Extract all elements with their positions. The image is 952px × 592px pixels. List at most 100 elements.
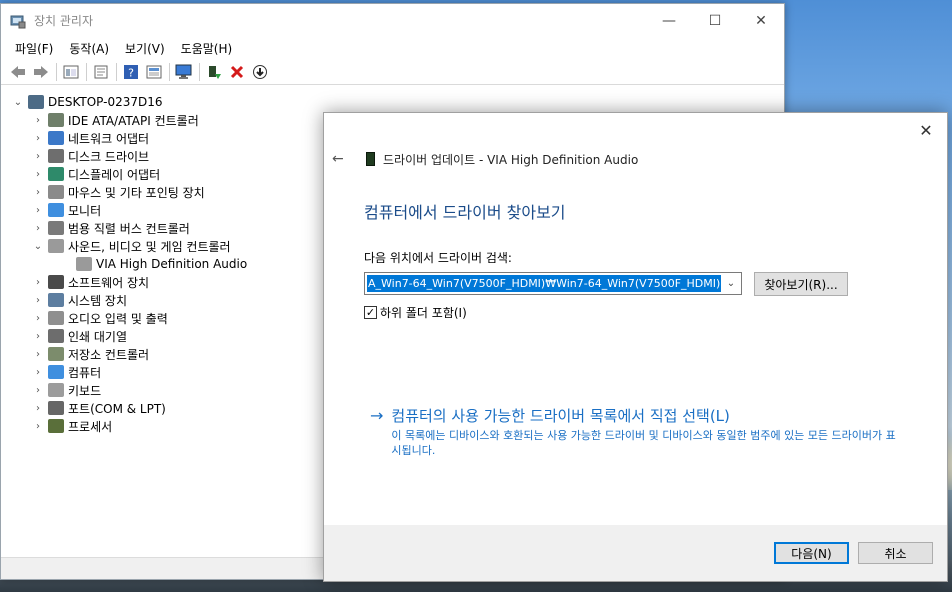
tree-category-item[interactable]: › 마우스 및 기타 포인팅 장치	[31, 183, 205, 201]
toolbar-divider	[56, 62, 57, 81]
tree-item-label: 오디오 입력 및 출력	[68, 311, 168, 326]
tree-item-label: VIA High Definition Audio	[96, 257, 248, 271]
expand-chevron-icon[interactable]: ›	[31, 367, 45, 378]
update-driver-icon[interactable]	[203, 61, 225, 83]
menu-file[interactable]: 파일(F)	[7, 40, 61, 57]
disable-icon[interactable]	[249, 61, 271, 83]
toolbar-divider	[86, 62, 87, 81]
pick-from-list-link[interactable]: → 컴퓨터의 사용 가능한 드라이버 목록에서 직접 선택(L) 이 목록에는 …	[370, 406, 901, 458]
tree-item-label: IDE ATA/ATAPI 컨트롤러	[68, 113, 199, 128]
title-bar[interactable]: 장치 관리자 — ☐ ✕	[1, 4, 784, 37]
tree-category-item[interactable]: › 프로세서	[31, 417, 112, 435]
tree-category-item[interactable]: › 키보드	[31, 381, 101, 399]
include-subfolders-checkbox[interactable]: ✓ 하위 폴더 포함(I)	[364, 304, 467, 321]
properties-icon[interactable]	[90, 61, 112, 83]
tree-item-label: 포트(COM & LPT)	[68, 401, 166, 416]
view-icon[interactable]	[143, 61, 165, 83]
dialog-main-title: 컴퓨터에서 드라이버 찾아보기	[364, 203, 566, 222]
expand-chevron-icon[interactable]: ›	[31, 277, 45, 288]
keyboard-icon	[48, 383, 64, 397]
expand-chevron-icon[interactable]: ›	[31, 403, 45, 414]
minimize-button[interactable]: —	[646, 4, 692, 37]
close-button[interactable]: ✕	[738, 4, 784, 37]
menu-help[interactable]: 도움말(H)	[173, 40, 241, 57]
storage-icon	[48, 347, 64, 361]
cancel-button[interactable]: 취소	[858, 542, 933, 564]
tree-category-item[interactable]: › 모니터	[31, 201, 101, 219]
usb-icon	[48, 221, 64, 235]
tree-category-item[interactable]: › 디스플레이 어댑터	[31, 165, 160, 183]
expand-chevron-icon[interactable]: ›	[31, 205, 45, 216]
expand-chevron-icon[interactable]: ›	[31, 169, 45, 180]
disk-icon	[48, 149, 64, 163]
expand-chevron-icon[interactable]: ›	[31, 421, 45, 432]
tree-category-item[interactable]: › 네트워크 어댑터	[31, 129, 149, 147]
window-title: 장치 관리자	[34, 14, 94, 28]
expand-chevron-icon[interactable]: ›	[31, 187, 45, 198]
chevron-down-icon[interactable]: ⌄	[721, 278, 741, 289]
monitor-scan-icon[interactable]	[173, 61, 195, 83]
driver-path-input[interactable]: A_Win7-64_Win7(V7500F_HDMI)₩Win7-64_Win7…	[367, 275, 721, 292]
dialog-close-button[interactable]: ✕	[911, 119, 941, 141]
tree-category-item[interactable]: › 저장소 컨트롤러	[31, 345, 149, 363]
back-arrow-icon[interactable]: ←	[332, 151, 354, 167]
collapse-chevron-icon[interactable]: ⌄	[31, 241, 45, 252]
browse-button[interactable]: 찾아보기(R)...	[754, 272, 848, 296]
maximize-button[interactable]: ☐	[692, 4, 738, 37]
expand-chevron-icon[interactable]: ›	[31, 385, 45, 396]
expand-chevron-icon[interactable]: ›	[31, 313, 45, 324]
back-icon[interactable]	[7, 61, 29, 83]
menu-view[interactable]: 보기(V)	[117, 40, 173, 57]
close-icon: ✕	[755, 12, 767, 29]
software-icon	[48, 275, 64, 289]
expand-chevron-icon[interactable]: ›	[31, 115, 45, 126]
tree-item-label: 시스템 장치	[68, 293, 128, 308]
checkbox-checked-icon[interactable]: ✓	[364, 306, 377, 319]
monitor-icon	[48, 203, 64, 217]
show-hide-icon[interactable]	[60, 61, 82, 83]
expand-chevron-icon[interactable]: ›	[31, 151, 45, 162]
pick-from-list-title[interactable]: 컴퓨터의 사용 가능한 드라이버 목록에서 직접 선택(L)	[391, 406, 901, 426]
svg-text:?: ?	[128, 66, 134, 79]
tree-category-item[interactable]: ⌄ 사운드, 비디오 및 게임 컨트롤러	[31, 237, 231, 255]
menu-action[interactable]: 동작(A)	[61, 40, 117, 57]
include-subfolders-label: 하위 폴더 포함(I)	[380, 306, 467, 320]
tree-category-item[interactable]: › 인쇄 대기열	[31, 327, 127, 345]
help-icon[interactable]: ?	[120, 61, 142, 83]
tree-category-item[interactable]: › IDE ATA/ATAPI 컨트롤러	[31, 111, 199, 129]
port-icon	[48, 401, 64, 415]
arrow-right-icon: →	[370, 406, 384, 425]
tree-category-item[interactable]: › 포트(COM & LPT)	[31, 399, 166, 417]
tree-category-item[interactable]: › 범용 직렬 버스 컨트롤러	[31, 219, 190, 237]
forward-icon[interactable]	[30, 61, 52, 83]
collapse-chevron-icon[interactable]: ⌄	[11, 97, 25, 108]
network-icon	[48, 131, 64, 145]
tree-category-item[interactable]: › 컴퓨터	[31, 363, 101, 381]
maximize-icon: ☐	[708, 12, 722, 29]
tree-item-label: 컴퓨터	[68, 365, 102, 380]
expand-chevron-icon[interactable]: ›	[31, 295, 45, 306]
driver-path-combobox[interactable]: A_Win7-64_Win7(V7500F_HDMI)₩Win7-64_Win7…	[364, 272, 742, 295]
tree-root[interactable]: ⌄ DESKTOP-0237D16	[11, 93, 163, 111]
next-button[interactable]: 다음(N)	[774, 542, 849, 564]
tree-child-item[interactable]: VIA High Definition Audio	[59, 255, 247, 273]
uninstall-icon[interactable]	[226, 61, 248, 83]
expand-chevron-icon[interactable]: ›	[31, 133, 45, 144]
printer-icon	[48, 329, 64, 343]
tree-category-item[interactable]: › 소프트웨어 장치	[31, 273, 149, 291]
expand-chevron-icon[interactable]: ›	[31, 349, 45, 360]
expand-chevron-icon[interactable]: ›	[31, 223, 45, 234]
pick-from-list-description: 이 목록에는 디바이스와 호환되는 사용 가능한 드라이버 및 디바이스와 동일…	[391, 429, 896, 457]
tree-category-item[interactable]: › 시스템 장치	[31, 291, 127, 309]
expand-chevron-icon[interactable]: ›	[31, 331, 45, 342]
menu-bar: 파일(F) 동작(A) 보기(V) 도움말(H)	[1, 37, 784, 59]
device-manager-icon	[10, 13, 26, 29]
toolbar-divider	[116, 62, 117, 81]
system-icon	[48, 293, 64, 307]
processor-icon	[48, 419, 64, 433]
update-driver-dialog: ✕ ← 드라이버 업데이트 - VIA High Definition Audi…	[323, 112, 948, 582]
tree-item-label: 저장소 컨트롤러	[68, 347, 150, 362]
toolbar: ?	[1, 59, 784, 85]
tree-category-item[interactable]: › 오디오 입력 및 출력	[31, 309, 168, 327]
tree-category-item[interactable]: › 디스크 드라이브	[31, 147, 149, 165]
